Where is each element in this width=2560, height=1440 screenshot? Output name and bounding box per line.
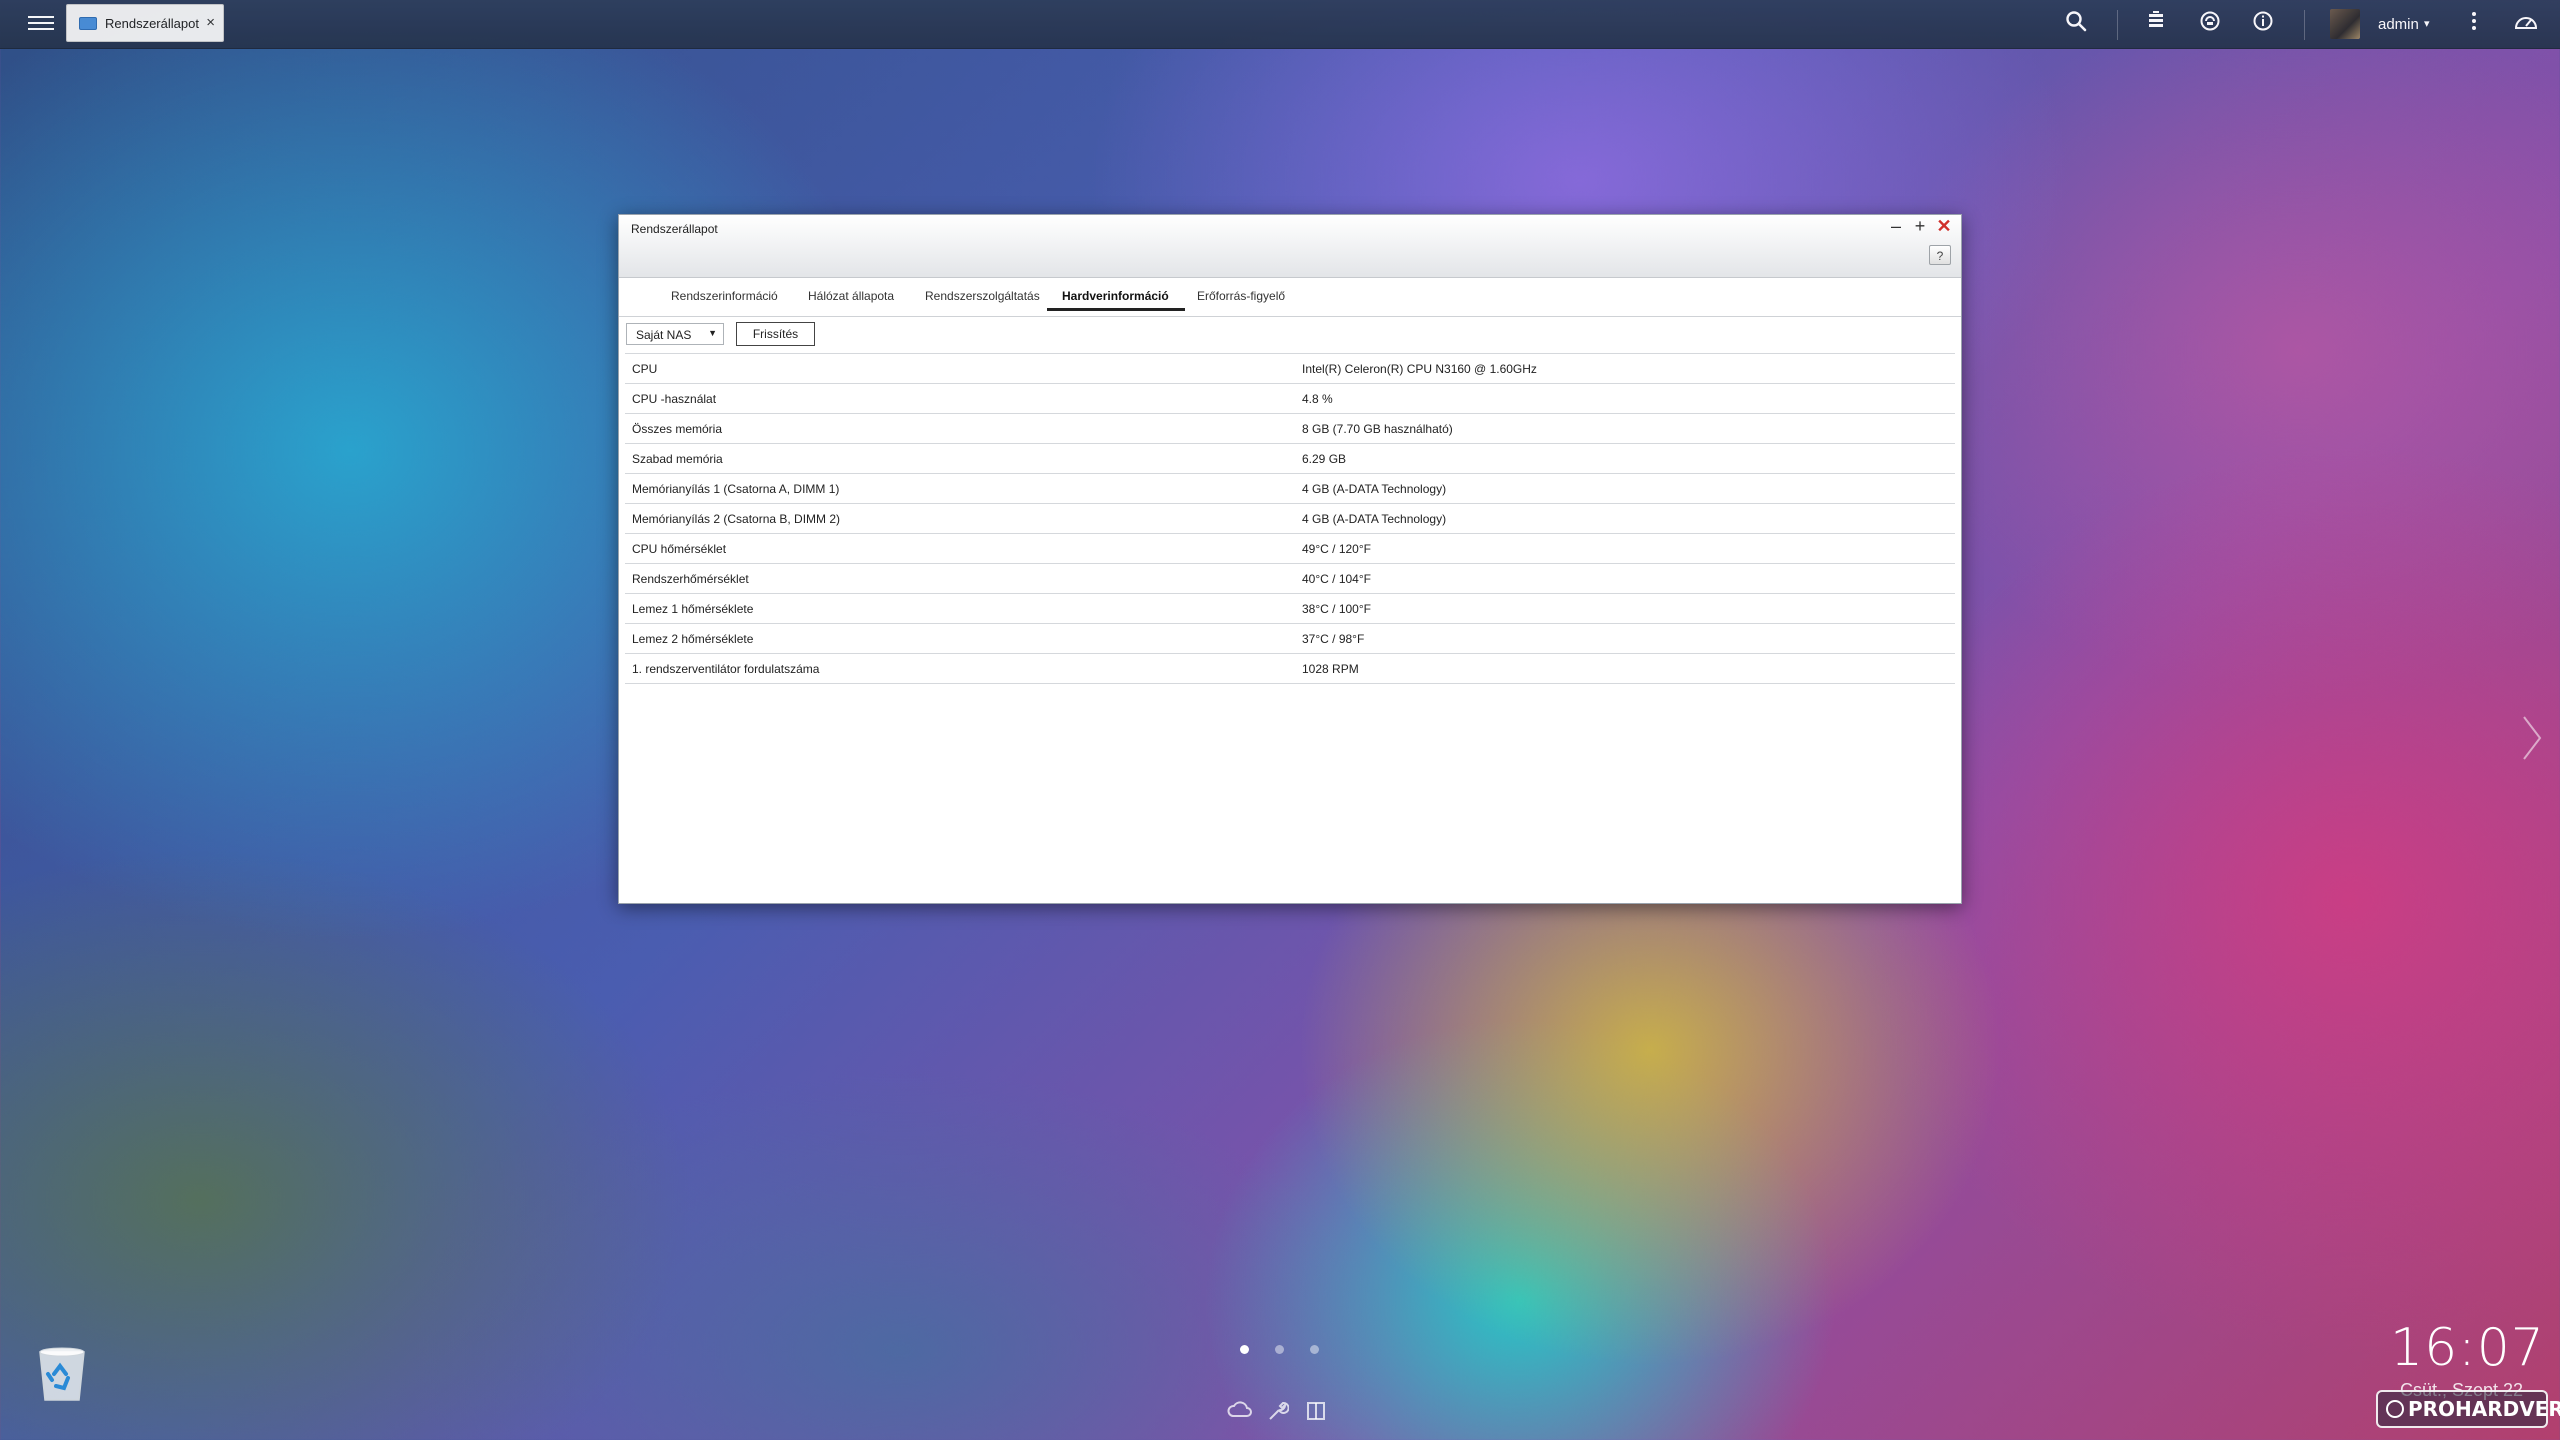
watermark-text: PROHARDVER!	[2408, 1397, 2560, 1421]
row-value: 6.29 GB	[1295, 443, 1955, 474]
avatar[interactable]	[2330, 9, 2360, 39]
row-label: Lemez 1 hőmérséklete	[625, 593, 1295, 624]
next-page-chevron-icon[interactable]	[2522, 715, 2542, 761]
table-row: Memórianyílás 2 (Csatorna B, DIMM 2) 4 GB…	[625, 503, 1955, 534]
nas-select[interactable]: Saját NAS ▼	[626, 323, 724, 345]
chevron-down-icon: ▼	[708, 328, 717, 338]
row-label: 1. rendszerventilátor fordulatszáma	[625, 653, 1295, 684]
table-row: Lemez 2 hőmérséklete 37°C / 98°F	[625, 623, 1955, 654]
topbar-separator	[2117, 10, 2118, 40]
dashboard-icon[interactable]	[2512, 10, 2540, 38]
username[interactable]: admin	[2378, 16, 2419, 33]
prohardver-logo-icon	[2386, 1400, 2404, 1418]
close-button[interactable]: ✕	[1935, 216, 1953, 236]
page-dot[interactable]	[1310, 1345, 1319, 1354]
row-label: Memórianyílás 1 (Csatorna A, DIMM 1)	[625, 473, 1295, 504]
page-dot[interactable]	[1240, 1345, 1249, 1354]
more-options-icon[interactable]	[2460, 10, 2488, 38]
refresh-button[interactable]: Frissítés	[736, 322, 815, 346]
nas-select-value: Saját NAS	[636, 328, 692, 342]
row-value: 38°C / 100°F	[1295, 593, 1955, 624]
help-button[interactable]: ?	[1929, 245, 1951, 265]
table-row: CPU hőmérséklet 49°C / 120°F	[625, 533, 1955, 564]
row-value: 49°C / 120°F	[1295, 533, 1955, 564]
window-titlebar[interactable]: Rendszerállapot – + ✕ ?	[619, 215, 1961, 278]
table-row: Összes memória 8 GB (7.70 GB használható)	[625, 413, 1955, 444]
tab-eroforras-figyelo[interactable]: Erőforrás-figyelő	[1197, 289, 1285, 308]
page-indicator	[1240, 1345, 1320, 1357]
table-row: Lemez 1 hőmérséklete 38°C / 100°F	[625, 593, 1955, 624]
tab-hardverinformacio[interactable]: Hardverinformáció	[1047, 289, 1185, 311]
maximize-button[interactable]: +	[1911, 216, 1929, 236]
book-icon[interactable]	[1302, 1400, 1330, 1428]
row-value: 4.8 %	[1295, 383, 1955, 414]
row-value: 8 GB (7.70 GB használható)	[1295, 413, 1955, 444]
row-label: CPU -használat	[625, 383, 1295, 414]
background-tasks-icon[interactable]	[2142, 10, 2170, 38]
notifications-icon[interactable]	[2249, 10, 2277, 38]
prohardver-watermark: PROHARDVER!	[2376, 1390, 2560, 1428]
taskbar-tab-close-icon[interactable]: ×	[206, 14, 215, 31]
row-label: Szabad memória	[625, 443, 1295, 474]
tab-rendszerszolgaltatas[interactable]: Rendszerszolgáltatás	[925, 289, 1040, 308]
monitor-icon	[79, 17, 97, 30]
recycle-bin-icon[interactable]	[34, 1344, 90, 1404]
tools-icon[interactable]	[1264, 1400, 1292, 1428]
taskbar-tab-label: Rendszerállapot	[105, 16, 199, 31]
row-label: Lemez 2 hőmérséklete	[625, 623, 1295, 654]
clock-time: 16:07	[2390, 1318, 2545, 1378]
row-value: 4 GB (A-DATA Technology)	[1295, 473, 1955, 504]
tab-halozat-allapota[interactable]: Hálózat állapota	[808, 289, 894, 308]
row-value: 4 GB (A-DATA Technology)	[1295, 503, 1955, 534]
toolbar: Saját NAS ▼ Frissítés	[619, 316, 1961, 352]
row-label: Rendszerhőmérséklet	[625, 563, 1295, 594]
row-label: Összes memória	[625, 413, 1295, 444]
tab-rendszerinformacio[interactable]: Rendszerinformáció	[671, 289, 778, 308]
dock	[1222, 1400, 1332, 1428]
top-bar: Rendszerállapot × admin ▾	[0, 0, 2560, 49]
row-label: Memórianyílás 2 (Csatorna B, DIMM 2)	[625, 503, 1295, 534]
page-dot[interactable]	[1275, 1345, 1284, 1354]
minimize-button[interactable]: –	[1887, 216, 1905, 236]
external-device-icon[interactable]	[2196, 10, 2224, 38]
chevron-down-icon[interactable]: ▾	[2424, 17, 2430, 30]
row-value: 37°C / 98°F	[1295, 623, 1955, 654]
row-label: CPU hőmérséklet	[625, 533, 1295, 564]
row-value: 1028 RPM	[1295, 653, 1955, 684]
taskbar-tab-rendszerallapot[interactable]: Rendszerállapot ×	[66, 4, 224, 42]
row-value: 40°C / 104°F	[1295, 563, 1955, 594]
row-value: Intel(R) Celeron(R) CPU N3160 @ 1.60GHz	[1295, 353, 1955, 384]
hardware-info-table: CPU Intel(R) Celeron(R) CPU N3160 @ 1.60G…	[625, 353, 1955, 684]
table-row: Rendszerhőmérséklet 40°C / 104°F	[625, 563, 1955, 594]
window-title: Rendszerállapot	[631, 222, 718, 236]
table-row: 1. rendszerventilátor fordulatszáma 1028 …	[625, 653, 1955, 684]
table-row: Szabad memória 6.29 GB	[625, 443, 1955, 474]
search-icon[interactable]	[2062, 10, 2090, 38]
row-label: CPU	[625, 353, 1295, 384]
table-row: CPU -használat 4.8 %	[625, 383, 1955, 414]
menu-icon[interactable]	[28, 12, 54, 34]
table-row: Memórianyílás 1 (Csatorna A, DIMM 1) 4 GB…	[625, 473, 1955, 504]
system-status-window: Rendszerállapot – + ✕ ? Rendszerinformác…	[618, 214, 1962, 904]
table-row: CPU Intel(R) Celeron(R) CPU N3160 @ 1.60G…	[625, 353, 1955, 384]
cloud-icon[interactable]	[1226, 1400, 1254, 1428]
topbar-separator	[2304, 10, 2305, 40]
tab-bar: Rendszerinformáció Hálózat állapota Rend…	[619, 278, 1961, 317]
